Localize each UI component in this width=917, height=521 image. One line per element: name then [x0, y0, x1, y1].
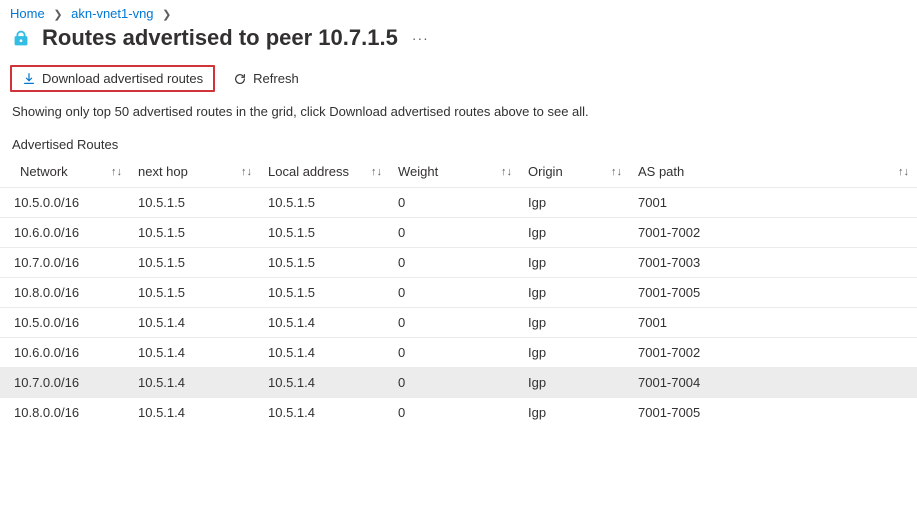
table-row[interactable]: 10.5.0.0/1610.5.1.510.5.1.50Igp7001 [0, 188, 917, 218]
cell-network: 10.6.0.0/16 [0, 218, 130, 248]
col-header-aspath[interactable]: AS path ↑↓ [630, 158, 917, 188]
cell-as-path: 7001-7002 [630, 338, 917, 368]
col-label: Local address [268, 164, 349, 179]
sort-icon[interactable]: ↑↓ [371, 166, 382, 178]
cell-network: 10.7.0.0/16 [0, 368, 130, 398]
cell-local-address: 10.5.1.5 [260, 218, 390, 248]
download-icon [22, 72, 36, 86]
table-row[interactable]: 10.7.0.0/1610.5.1.410.5.1.40Igp7001-7004 [0, 368, 917, 398]
sort-icon[interactable]: ↑↓ [111, 166, 122, 178]
page-title: Routes advertised to peer 10.7.1.5 [42, 25, 398, 51]
more-icon[interactable]: ··· [412, 30, 429, 46]
cell-next-hop: 10.5.1.5 [130, 278, 260, 308]
cell-next-hop: 10.5.1.5 [130, 218, 260, 248]
breadcrumb: Home ❯ akn-vnet1-vng ❯ [0, 0, 917, 23]
cell-network: 10.5.0.0/16 [0, 188, 130, 218]
cell-next-hop: 10.5.1.4 [130, 338, 260, 368]
routes-table: Network ↑↓ next hop ↑↓ Local address ↑↓ … [0, 158, 917, 427]
refresh-label: Refresh [253, 71, 299, 86]
cell-weight: 0 [390, 278, 520, 308]
col-label: Origin [528, 164, 563, 179]
col-header-origin[interactable]: Origin ↑↓ [520, 158, 630, 188]
col-header-weight[interactable]: Weight ↑↓ [390, 158, 520, 188]
cell-as-path: 7001-7002 [630, 218, 917, 248]
cell-as-path: 7001-7005 [630, 398, 917, 428]
cell-origin: Igp [520, 278, 630, 308]
section-title: Advertised Routes [0, 133, 917, 158]
cell-weight: 0 [390, 398, 520, 428]
table-row[interactable]: 10.7.0.0/1610.5.1.510.5.1.50Igp7001-7003 [0, 248, 917, 278]
col-label: Weight [398, 164, 438, 179]
cell-as-path: 7001-7005 [630, 278, 917, 308]
cell-as-path: 7001 [630, 188, 917, 218]
page-header: Routes advertised to peer 10.7.1.5 ··· [0, 23, 917, 61]
col-header-nexthop[interactable]: next hop ↑↓ [130, 158, 260, 188]
cell-weight: 0 [390, 218, 520, 248]
cell-next-hop: 10.5.1.4 [130, 398, 260, 428]
sort-icon[interactable]: ↑↓ [501, 166, 512, 178]
cell-local-address: 10.5.1.5 [260, 188, 390, 218]
refresh-icon [233, 72, 247, 86]
cell-network: 10.8.0.0/16 [0, 278, 130, 308]
cell-weight: 0 [390, 338, 520, 368]
chevron-right-icon: ❯ [53, 9, 62, 21]
cell-local-address: 10.5.1.4 [260, 398, 390, 428]
cell-local-address: 10.5.1.4 [260, 338, 390, 368]
refresh-button[interactable]: Refresh [223, 67, 309, 90]
col-header-local[interactable]: Local address ↑↓ [260, 158, 390, 188]
cell-local-address: 10.5.1.4 [260, 308, 390, 338]
cell-weight: 0 [390, 368, 520, 398]
cell-next-hop: 10.5.1.5 [130, 248, 260, 278]
sort-icon[interactable]: ↑↓ [241, 166, 252, 178]
breadcrumb-home[interactable]: Home [10, 6, 45, 21]
toolbar: Download advertised routes Refresh [0, 61, 917, 100]
cell-as-path: 7001 [630, 308, 917, 338]
sort-icon[interactable]: ↑↓ [611, 166, 622, 178]
info-text: Showing only top 50 advertised routes in… [0, 100, 917, 133]
cell-origin: Igp [520, 338, 630, 368]
table-header-row: Network ↑↓ next hop ↑↓ Local address ↑↓ … [0, 158, 917, 188]
cell-origin: Igp [520, 248, 630, 278]
col-label: Network [20, 164, 68, 179]
cell-next-hop: 10.5.1.4 [130, 368, 260, 398]
table-row[interactable]: 10.6.0.0/1610.5.1.410.5.1.40Igp7001-7002 [0, 338, 917, 368]
cell-origin: Igp [520, 188, 630, 218]
cell-origin: Igp [520, 398, 630, 428]
cell-local-address: 10.5.1.5 [260, 278, 390, 308]
cell-local-address: 10.5.1.4 [260, 368, 390, 398]
col-label: AS path [638, 164, 684, 179]
cell-network: 10.6.0.0/16 [0, 338, 130, 368]
sort-icon[interactable]: ↑↓ [898, 166, 909, 178]
lock-icon [10, 27, 32, 49]
cell-weight: 0 [390, 188, 520, 218]
download-advertised-routes-button[interactable]: Download advertised routes [10, 65, 215, 92]
chevron-right-icon: ❯ [162, 9, 171, 21]
col-label: next hop [138, 164, 188, 179]
cell-as-path: 7001-7003 [630, 248, 917, 278]
table-row[interactable]: 10.5.0.0/1610.5.1.410.5.1.40Igp7001 [0, 308, 917, 338]
cell-network: 10.8.0.0/16 [0, 398, 130, 428]
table-row[interactable]: 10.8.0.0/1610.5.1.410.5.1.40Igp7001-7005 [0, 398, 917, 428]
cell-origin: Igp [520, 368, 630, 398]
cell-network: 10.7.0.0/16 [0, 248, 130, 278]
cell-origin: Igp [520, 308, 630, 338]
cell-network: 10.5.0.0/16 [0, 308, 130, 338]
table-row[interactable]: 10.8.0.0/1610.5.1.510.5.1.50Igp7001-7005 [0, 278, 917, 308]
breadcrumb-item-1[interactable]: akn-vnet1-vng [71, 6, 153, 21]
cell-weight: 0 [390, 308, 520, 338]
cell-origin: Igp [520, 218, 630, 248]
cell-next-hop: 10.5.1.5 [130, 188, 260, 218]
col-header-network[interactable]: Network ↑↓ [0, 158, 130, 188]
download-label: Download advertised routes [42, 71, 203, 86]
cell-weight: 0 [390, 248, 520, 278]
cell-next-hop: 10.5.1.4 [130, 308, 260, 338]
cell-local-address: 10.5.1.5 [260, 248, 390, 278]
cell-as-path: 7001-7004 [630, 368, 917, 398]
table-row[interactable]: 10.6.0.0/1610.5.1.510.5.1.50Igp7001-7002 [0, 218, 917, 248]
